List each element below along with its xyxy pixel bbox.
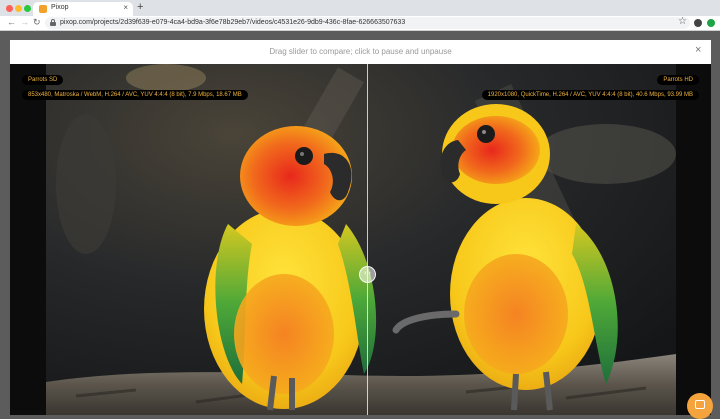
reload-icon[interactable]: ↻ — [33, 17, 41, 28]
right-video-label: Parrots HD — [657, 75, 699, 85]
chat-bubble-icon — [695, 400, 705, 409]
lock-icon — [50, 19, 56, 26]
browser-tab-bar: Pixop × + — [0, 0, 720, 16]
forward-arrow-icon[interactable]: → — [20, 17, 29, 27]
tab-title: Pixop — [51, 4, 69, 11]
address-bar: ← → ↻ pixop.com/projects/2d39f639-e079-4… — [0, 16, 720, 31]
close-icon[interactable]: × — [695, 44, 701, 56]
tab-close-icon[interactable]: × — [123, 3, 128, 12]
modal-header: Drag slider to compare; click to pause a… — [10, 40, 711, 64]
video-compare-stage[interactable]: Parrots SD 853x480, Matroska / WebM, H.2… — [10, 64, 711, 415]
window-minimize-button[interactable] — [15, 5, 22, 12]
browser-tab[interactable]: Pixop × — [33, 2, 133, 16]
compare-modal: Drag slider to compare; click to pause a… — [10, 40, 711, 415]
profile-avatar-icon[interactable] — [694, 19, 702, 27]
video-frame[interactable] — [46, 64, 676, 415]
url-field[interactable]: pixop.com/projects/2d39f639-e079-4ca4-bd… — [45, 17, 690, 29]
chat-widget-button[interactable] — [687, 393, 713, 419]
window-maximize-button[interactable] — [24, 5, 31, 12]
drag-arrows-icon: ‹ › — [364, 270, 371, 277]
window-close-button[interactable] — [6, 5, 13, 12]
compare-instruction: Drag slider to compare; click to pause a… — [269, 47, 452, 56]
left-video-label: Parrots SD — [22, 75, 64, 85]
bookmark-star-icon[interactable]: ☆ — [678, 16, 687, 27]
compare-divider-line[interactable] — [367, 64, 368, 415]
new-tab-button[interactable]: + — [137, 1, 143, 13]
left-video-info: 853x480, Matroska / WebM, H.264 / AVC, Y… — [22, 90, 248, 100]
back-arrow-icon[interactable]: ← — [7, 17, 16, 27]
parrots-video-image — [46, 64, 676, 415]
url-text: pixop.com/projects/2d39f639-e079-4ca4-bd… — [60, 19, 406, 26]
extension-icon[interactable] — [707, 19, 715, 27]
compare-slider-handle[interactable]: ‹ › — [359, 266, 376, 283]
right-video-info: 1920x1080, QuickTime, H.264 / AVC, YUV 4… — [481, 90, 699, 100]
pixop-favicon-icon — [39, 5, 47, 13]
